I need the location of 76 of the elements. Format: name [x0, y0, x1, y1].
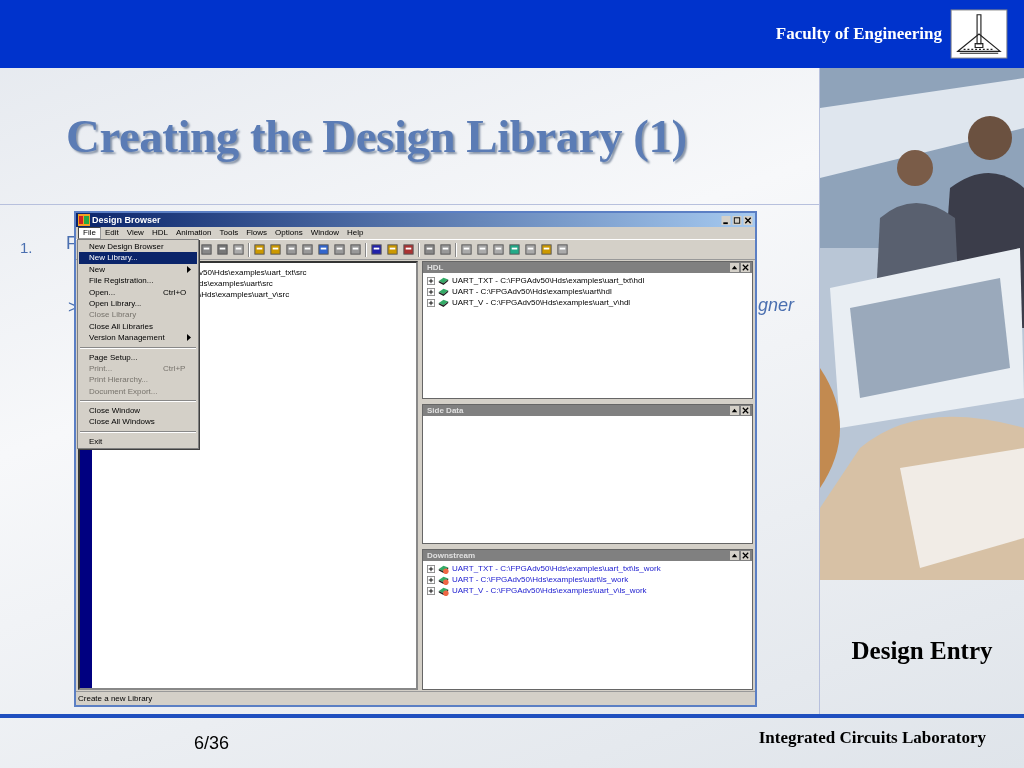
slide-title: Creating the Design Library (1) [66, 109, 687, 163]
menu-option[interactable]: Page Setup... [79, 351, 197, 363]
menu-item[interactable]: Animation [171, 227, 216, 239]
page-number: 6/36 [194, 732, 230, 754]
menu-option[interactable]: Close All Libraries [79, 320, 197, 333]
app-icon [78, 214, 90, 226]
library-icon [438, 563, 449, 574]
library-path[interactable]: v50\Hds\examples\uart_txt\src [199, 267, 416, 278]
submenu-arrow-icon [187, 334, 191, 342]
menu-option[interactable]: File Registration... [79, 275, 197, 287]
library-icon [438, 297, 449, 308]
menu-item[interactable]: Tools [215, 227, 243, 239]
expand-icon[interactable] [427, 575, 435, 584]
menu-option[interactable]: New Design Browser [79, 241, 197, 253]
menu-option[interactable]: Open... Ctrl+O [79, 286, 197, 298]
close-button[interactable] [743, 215, 753, 225]
panel-title: Downstream [427, 551, 475, 560]
menu-item[interactable]: Edit [100, 227, 123, 239]
close-button[interactable] [741, 551, 750, 560]
status-bar: Create a new Library [76, 691, 755, 705]
library-path[interactable]: UART_V - C:\FPGAdv50\Hds\examples\uart_v\ls_work [452, 586, 647, 595]
expand-icon[interactable] [427, 564, 435, 573]
menu-option[interactable]: New Library... [79, 252, 197, 264]
restore-button[interactable] [730, 551, 739, 560]
menu-option[interactable]: Close Window [79, 405, 197, 417]
submenu-arrow-icon [187, 265, 191, 273]
toolbar-icon[interactable] [317, 243, 330, 256]
library-path[interactable]: UART - C:\FPGAdv50\Hds\examples\uart\ls_work [452, 575, 629, 584]
menu-item[interactable]: View [122, 227, 148, 239]
minimize-button[interactable] [721, 215, 731, 225]
expand-icon[interactable] [427, 298, 435, 307]
toolbar-icon[interactable] [402, 243, 415, 256]
panel-title: HDL [427, 263, 444, 272]
library-path[interactable]: UART_TXT - C:\FPGAdv50\Hds\examples\uart_txt\hdl [452, 276, 645, 285]
menu-item[interactable]: HDL [147, 227, 172, 239]
menu-option[interactable]: Exit [79, 435, 197, 448]
library-path[interactable]: ds\examples\uart\src [199, 278, 416, 289]
bullet-text: gner [758, 295, 795, 316]
library-icon [438, 286, 449, 297]
close-button[interactable] [741, 406, 750, 415]
expand-icon[interactable] [427, 276, 435, 285]
menu-item[interactable]: Options [271, 227, 307, 239]
toolbar-icon[interactable] [423, 243, 436, 256]
menu-item[interactable]: Help [343, 227, 368, 239]
section-label: Design Entry [851, 637, 993, 665]
maximize-button[interactable] [732, 215, 742, 225]
menu-item[interactable]: Flows [242, 227, 272, 239]
shortcut-text: Ctrl+P [163, 362, 186, 375]
restore-button[interactable] [730, 406, 739, 415]
menu-item[interactable]: Window [306, 227, 344, 239]
bullet-text: 1. [20, 239, 33, 256]
library-path[interactable]: \Hds\examples\uart_v\src [199, 289, 416, 300]
library-path[interactable]: UART_V - C:\FPGAdv50\Hds\examples\uart_v\hdl [452, 298, 631, 307]
menu-option[interactable]: Close All Windows [79, 416, 197, 428]
toolbar-icon[interactable] [216, 243, 229, 256]
emblem-logo [950, 9, 1008, 59]
menu-option[interactable]: Version Management [79, 332, 197, 344]
library-path[interactable]: UART_TXT - C:\FPGAdv50\Hds\examples\uart_txt\ls_work [452, 564, 661, 573]
library-path[interactable]: UART - C:\FPGAdv50\Hds\examples\uart\hdl [452, 287, 612, 296]
panel-title: Side Data [427, 406, 464, 415]
library-icon [438, 275, 449, 286]
header-title: Faculty of Engineering [775, 24, 942, 44]
menu-option[interactable]: Open Library... [79, 297, 197, 310]
menu-item[interactable]: File [78, 227, 101, 239]
footer-text: Integrated Circuits Laboratory [758, 728, 986, 748]
window-title: Design Browser [92, 215, 162, 225]
expand-icon[interactable] [427, 586, 435, 595]
close-button[interactable] [741, 263, 750, 272]
library-icon [438, 585, 449, 596]
toolbar-icon[interactable] [370, 243, 383, 256]
library-icon [438, 574, 449, 585]
expand-icon[interactable] [427, 287, 435, 296]
menu-option[interactable]: New [79, 263, 197, 276]
toolbar-icon[interactable] [200, 243, 213, 256]
shortcut-text: Ctrl+O [163, 286, 187, 298]
restore-button[interactable] [730, 263, 739, 272]
